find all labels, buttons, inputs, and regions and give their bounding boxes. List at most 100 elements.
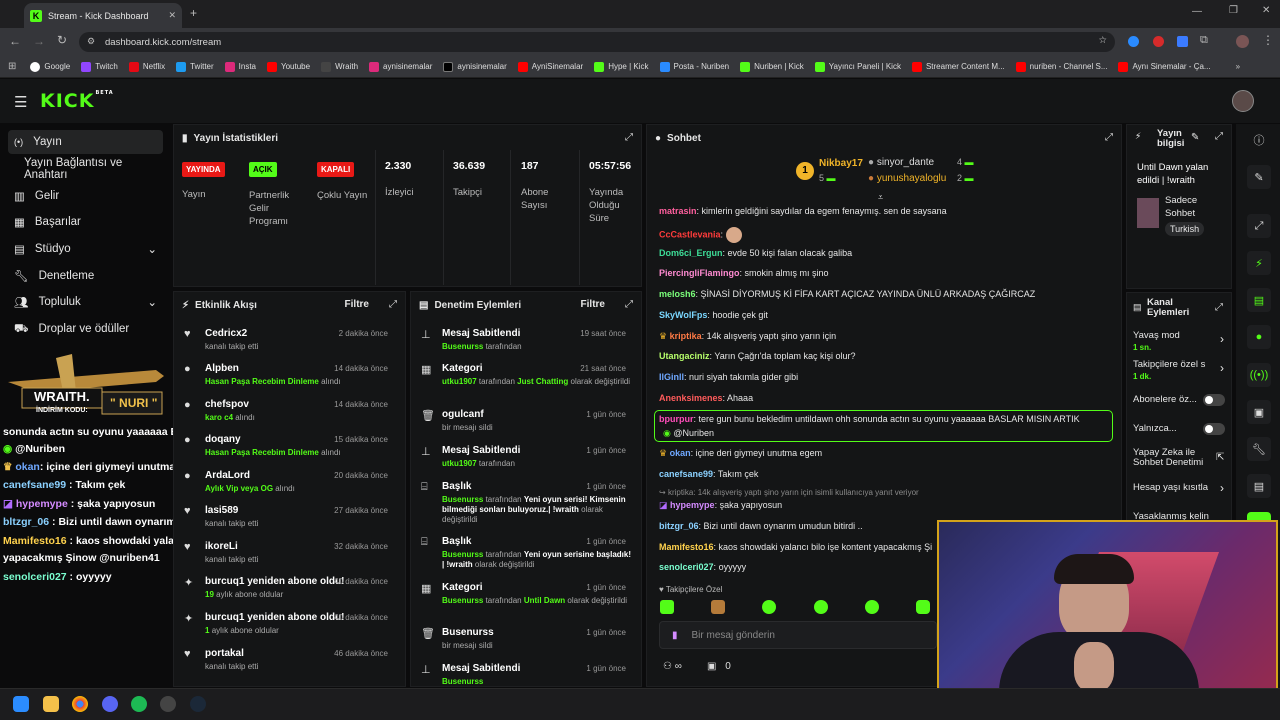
bookmark-item[interactable]: Hype | Kick (594, 61, 649, 72)
sidebar-item-denetleme[interactable]: 🔧︎ Denetleme (8, 264, 163, 288)
external-link-icon[interactable]: ⇱ (1216, 452, 1224, 463)
sidebar-item-basarilar[interactable]: ▦ Başarılar (8, 210, 163, 234)
discord-icon[interactable] (102, 696, 118, 712)
sidebar-item-stream-key[interactable]: Yayın Bağlantısı ve Anahtarı (8, 157, 163, 181)
microphone-icon[interactable]: ▮ (672, 630, 678, 641)
list-item[interactable]: ♥ Cedricx2 kanalı takip etti 2 dakika önce (184, 328, 396, 351)
expand-icon[interactable]: ⤢ (1105, 132, 1113, 143)
list-item[interactable]: ● ArdaLord Aylık Vip veya OG alındı 20 daki… (184, 470, 396, 493)
spotify-icon[interactable] (131, 696, 147, 712)
action-slow-mode[interactable]: Yavaş mod 1 sn. › (1133, 330, 1229, 352)
user-avatar[interactable] (1232, 90, 1254, 112)
bookmark-item[interactable]: Wraith (321, 61, 358, 72)
app-icon[interactable] (160, 696, 176, 712)
bookmark-item[interactable]: Aynı Sinemalar - Ça... (1118, 61, 1211, 72)
filter-button[interactable]: Filtre (581, 299, 605, 310)
site-info-icon[interactable]: ⚙ (87, 36, 95, 47)
steam-icon[interactable] (190, 696, 206, 712)
toggle[interactable] (1203, 423, 1225, 435)
edit-icon[interactable]: ✎ (1247, 165, 1271, 189)
bookmark-item[interactable]: Posta - Nuriben (659, 61, 729, 72)
leader-name[interactable]: ● sinyor_dante (868, 157, 934, 168)
list-item[interactable]: ✦ burcuq1 yeniden abone oldu! 1 aylık abon… (184, 612, 396, 635)
chat-bubble-icon[interactable]: ● (1247, 325, 1271, 349)
apps-grid-icon[interactable]: ⊞ (8, 61, 16, 72)
sidebar-item-yayin[interactable]: (•) Yayın (8, 130, 163, 154)
filter-button[interactable]: Filtre (345, 299, 369, 310)
action-subscribers-only[interactable]: Abonelere öz... (1133, 394, 1229, 406)
hamburger-menu-icon[interactable]: ☰ (14, 93, 27, 111)
back-icon[interactable]: ← (9, 34, 21, 48)
expand-icon[interactable]: ⤢ (625, 132, 633, 143)
address-bar[interactable]: ⚙ dashboard.kick.com/stream ☆ (79, 32, 1115, 52)
bookmark-item[interactable]: Twitch (81, 61, 118, 72)
sidebar-item-gelir[interactable]: ▥ Gelir (8, 184, 163, 208)
edit-icon[interactable]: ✎ (1191, 132, 1199, 143)
browser-menu-icon[interactable]: ⋮ (1262, 33, 1274, 47)
action-emotes-only[interactable]: Yalnızca... (1133, 423, 1229, 435)
list-item[interactable]: ♥ ikoreLi kanalı takip etti 32 dakika önce (184, 541, 396, 564)
extensions-puzzle-icon[interactable]: ⧉ (1200, 34, 1208, 47)
expand-icon[interactable]: ⤢ (1247, 214, 1271, 238)
chat-input[interactable]: ▮ Bir mesaj gönderin (659, 621, 937, 649)
sidebar-item-droplar[interactable]: ⛟ Droplar ve ödüller (8, 317, 163, 341)
window-close-icon[interactable]: ✕ (1262, 5, 1270, 16)
bookmark-item[interactable]: Yayıncı Paneli | Kick (814, 61, 901, 72)
action-ai-moderation[interactable]: Yapay Zeka ile Sohbet Denetimi (1133, 448, 1209, 468)
wrench-icon[interactable]: 🔧︎ (1247, 437, 1271, 461)
forward-icon[interactable]: → (33, 34, 45, 48)
bookmark-star-icon[interactable]: ☆ (1098, 35, 1107, 46)
bookmark-item[interactable]: Streamer Content M... (911, 61, 1005, 72)
bookmark-item[interactable]: Insta (224, 61, 256, 72)
expand-icon[interactable]: ⤢ (625, 299, 633, 310)
list-item[interactable]: ♥ lasi589 kanalı takip etti 27 dakika önce (184, 505, 396, 528)
document-icon[interactable]: ▤ (1247, 288, 1271, 312)
list-icon[interactable]: ▤ (1247, 474, 1271, 498)
bookmark-item[interactable]: aynisinemalar (369, 61, 432, 72)
bookmark-item[interactable]: AyniSinemalar (517, 61, 583, 72)
bookmark-item[interactable]: Google (30, 61, 70, 72)
leader-name[interactable]: Nikbay17 (819, 158, 863, 169)
emote-icon[interactable] (813, 600, 828, 614)
toggle[interactable] (1203, 394, 1225, 406)
bookmark-item[interactable]: nuriben - Channel S... (1015, 61, 1107, 72)
close-icon[interactable]: ✕ (168, 10, 176, 21)
windows-start-icon[interactable] (13, 696, 29, 712)
collapse-leaderboard-icon[interactable]: ⩡ (878, 192, 883, 203)
list-item[interactable]: ✦ burcuq1 yeniden abone oldu! 19 aylık abo… (184, 576, 396, 599)
action-followers-only[interactable]: Takipçilere özel s1 dk. › (1133, 359, 1229, 381)
emote-icon[interactable] (915, 600, 930, 614)
emote-icon[interactable] (864, 600, 879, 614)
reload-icon[interactable]: ↻ (57, 33, 67, 47)
expand-icon[interactable]: ⤢ (1215, 302, 1223, 313)
info-icon[interactable]: ⓘ (1247, 128, 1271, 152)
bookmark-item[interactable]: Netflix (128, 61, 165, 72)
browser-tab[interactable]: K Stream - Kick Dashboard ✕ (24, 3, 182, 28)
minimize-icon[interactable]: — (1192, 6, 1202, 17)
new-tab-icon[interactable]: + (190, 6, 197, 20)
leader-name[interactable]: ● yunushayaloglu (868, 173, 946, 184)
kick-logo[interactable]: KICKBETA (40, 90, 114, 112)
chrome-icon[interactable] (72, 696, 88, 712)
bookmarks-overflow-icon[interactable]: » (1236, 62, 1240, 71)
list-item[interactable]: ● Alpben Hasan Paşa Recebim Dinleme alındı… (184, 363, 396, 386)
bookmark-item[interactable]: Youtube (267, 61, 310, 72)
bookmark-item[interactable]: Nuriben | Kick (740, 61, 804, 72)
expand-icon[interactable]: ⤢ (1215, 131, 1223, 142)
emote-icon[interactable] (660, 600, 674, 614)
action-account-age[interactable]: Hesap yaşı kısıtla › (1133, 481, 1229, 495)
file-explorer-icon[interactable] (43, 696, 59, 712)
emote-icon[interactable] (762, 600, 777, 614)
sidebar-item-studyo[interactable]: ▤ Stüdyo ⌄ (8, 237, 163, 261)
extension-icon[interactable] (1177, 36, 1188, 47)
list-item[interactable]: ● chefspov karo c4 alındı 14 dakika önce (184, 399, 396, 422)
emote-icon[interactable] (711, 600, 726, 614)
list-item[interactable]: ● doqany Hasan Paşa Recebim Dinleme alındı… (184, 434, 396, 457)
profile-avatar[interactable] (1236, 35, 1249, 48)
bookmark-item[interactable]: Twitter (176, 61, 214, 72)
live-icon[interactable]: ((•)) (1247, 363, 1271, 387)
extension-icon[interactable] (1153, 36, 1164, 47)
expand-icon[interactable]: ⤢ (389, 299, 397, 310)
lightning-icon[interactable]: ⚡︎ (1247, 251, 1271, 275)
chat-settings-icon[interactable]: ⚇ ∞ (663, 661, 682, 672)
